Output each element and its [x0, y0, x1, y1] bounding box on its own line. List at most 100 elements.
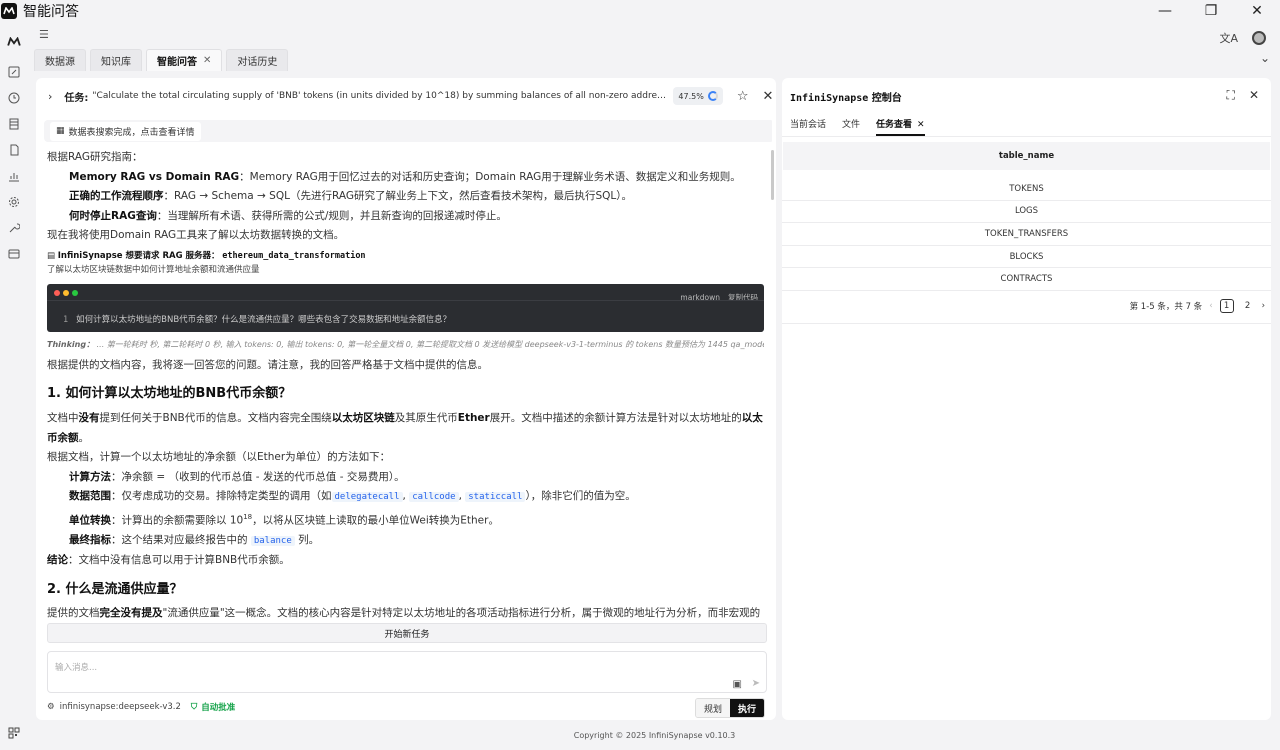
bullet-item: 计算方法：净余额 = （收到的代币总值 - 发送的代币总值 - 交易费用）。 — [69, 470, 405, 483]
page-button[interactable]: 2 — [1241, 299, 1255, 313]
table-row[interactable]: BLOCKS — [782, 246, 1271, 269]
tab-chat-history[interactable]: 对话历史 — [226, 49, 289, 71]
console-title: InfiniSynapse 控制台 — [790, 93, 902, 104]
tab-label: 知识库 — [101, 57, 131, 68]
brand-logo-icon[interactable] — [6, 34, 22, 50]
avatar[interactable] — [1252, 31, 1266, 45]
bullet-item: 何时停止RAG查询：当理解所有术语、获得所需的公式/规则，并且新查询的回报递减时… — [69, 209, 507, 222]
message-input[interactable]: 输入消息... ▣ ➤ — [47, 651, 767, 693]
auto-approve-toggle[interactable]: ⛉ 自动批准 — [191, 701, 235, 713]
code-line: 如何计算以太坊地址的BNB代币余额？什么是流通供应量？哪些表包含了交易数据和地址… — [76, 314, 452, 325]
table-row[interactable]: CONTRACTS — [782, 268, 1271, 291]
copy-code-button[interactable]: 复制代码 — [728, 288, 758, 308]
menu-toggle-icon[interactable]: ☰ — [39, 28, 49, 41]
chevron-down-icon[interactable]: ⌄ — [1260, 51, 1270, 65]
section-heading: 1. 如何计算以太坊地址的BNB代币余额？ — [47, 386, 292, 401]
history-icon[interactable] — [6, 90, 22, 106]
execute-mode-button[interactable]: 执行 — [730, 699, 764, 717]
tab-task-view[interactable]: 任务查看 ✕ — [876, 117, 925, 136]
tab-current-session[interactable]: 当前会话 — [790, 117, 826, 136]
tab-label: 数据源 — [45, 57, 75, 68]
task-header: › 任务: "Calculate the total circulating s… — [36, 78, 776, 114]
task-label: 任务: — [64, 92, 89, 104]
pagination: 第 1-5 条，共 7 条 ‹ 1 2 › — [1130, 299, 1265, 313]
auto-approve-label: 自动批准 — [201, 703, 236, 713]
conclusion: 结论：文档中没有信息可以用于计算BNB代币余额。 — [47, 554, 290, 566]
tab-smart-qa[interactable]: 智能问答 ✕ — [146, 49, 223, 71]
database-icon[interactable] — [6, 116, 22, 132]
tab-label: 智能问答 — [157, 57, 197, 68]
paragraph: 根据提供的文档内容，我将逐一回答您的问题。请注意，我的回答严格基于文档中提供的信… — [47, 358, 488, 371]
search-result-banner: ▦ 数据表搜索完成，点击查看详情 — [44, 120, 772, 142]
maximize-button[interactable]: ❐ — [1188, 0, 1234, 22]
settings-icon[interactable] — [6, 194, 22, 210]
expand-icon[interactable]: ⛶ — [1227, 88, 1235, 103]
tab-knowledge-base[interactable]: 知识库 — [90, 49, 142, 71]
search-result-button[interactable]: ▦ 数据表搜索完成，点击查看详情 — [50, 121, 201, 141]
shield-icon: ⛉ — [190, 702, 198, 712]
input-placeholder: 输入消息... — [55, 663, 98, 673]
result-table: table_name TOKENS LOGS TOKEN_TRANSFERS B… — [782, 142, 1271, 291]
section-heading: 2. 什么是流通供应量？ — [47, 581, 183, 597]
chart-icon[interactable] — [6, 168, 22, 184]
send-icon[interactable]: ➤ — [752, 678, 760, 689]
left-rail — [0, 22, 29, 750]
qr-code-icon[interactable] — [6, 725, 22, 741]
paragraph: 提供的文档完全没有提及"流通供应量"这一概念。文档的核心内容是针对特定以太坊地址… — [47, 606, 761, 619]
close-console-icon[interactable]: ✕ — [1249, 88, 1259, 103]
server-icon: ▤ — [47, 250, 58, 261]
pagination-summary: 第 1-5 条，共 7 条 — [1129, 302, 1203, 312]
code-language: markdown — [680, 292, 720, 302]
star-icon[interactable]: ☆ — [737, 89, 749, 104]
image-upload-icon[interactable]: ▣ — [733, 679, 742, 690]
paragraph: 现在我将使用Domain RAG工具来了解以太坊数据转换的文档。 — [47, 229, 345, 241]
tool-icon[interactable] — [6, 220, 22, 236]
paragraph: 文档中没有提到任何关于BNB代币的信息。文档内容完全围绕以太坊区块链及其原生代币… — [47, 412, 763, 444]
next-page-icon[interactable]: › — [1262, 301, 1265, 311]
bullet-item: 最终指标：这个结果对应最终报告中的 balance 列。 — [69, 533, 320, 546]
paragraph: 根据文档，计算一个以太坊地址的净余额（以Ether为单位）的方法如下： — [47, 451, 391, 463]
new-task-button[interactable]: 开始新任务 — [47, 623, 767, 643]
edit-icon[interactable] — [6, 64, 22, 80]
paragraph: 根据RAG研究指南： — [47, 151, 143, 163]
prev-page-icon[interactable]: ‹ — [1209, 301, 1212, 311]
plan-mode-button[interactable]: 规划 — [696, 699, 730, 717]
table-row[interactable]: LOGS — [782, 201, 1271, 224]
table-header: table_name — [783, 142, 1270, 170]
document-icon[interactable] — [6, 142, 22, 158]
bullet-item: 正确的工作流程顺序：RAG → Schema → SQL（先进行RAG研究了解业… — [69, 190, 632, 202]
close-tab-icon[interactable]: ✕ — [917, 120, 925, 130]
scrollbar[interactable] — [771, 150, 774, 200]
console-panel: InfiniSynapse 控制台 ⛶ ✕ 当前会话 文件 任务查看 ✕ tabl… — [782, 78, 1271, 720]
tab-label: 对话历史 — [237, 57, 278, 68]
tab-files[interactable]: 文件 — [842, 117, 860, 136]
title-bar: 智能问答 — ❐ ✕ — [0, 0, 1280, 22]
minimize-button[interactable]: — — [1142, 0, 1188, 22]
table-row[interactable]: TOKENS — [782, 178, 1271, 201]
code-block: markdown 复制代码 1 如何计算以太坊地址的BNB代币余额？什么是流通供应量… — [47, 283, 764, 332]
chat-panel: › 任务: "Calculate the total circulating s… — [36, 78, 776, 720]
thinking-row[interactable]: Thinking： ... 第一轮耗时 秒, 第二轮耗时 0 秒, 输入 tok… — [47, 338, 764, 352]
progress-ring-icon — [707, 91, 718, 101]
chat-messages: ▦ 数据表搜索完成，点击查看详情 根据RAG研究指南： Memory RAG v… — [40, 118, 772, 618]
close-task-icon[interactable]: ✕ — [762, 89, 773, 104]
progress-value: 47.5% — [678, 91, 704, 101]
model-selector[interactable]: ⚙ infinisynapse:deepseek-v3.2 — [47, 702, 181, 712]
composer-footer: ⚙ infinisynapse:deepseek-v3.2 ⛉ 自动批准 规划 … — [47, 697, 767, 718]
page-button[interactable]: 1 — [1219, 299, 1234, 313]
progress-chip: 47.5% — [673, 87, 723, 105]
footer: Copyright © 2025 InfiniSynapse v0.10.3 — [573, 731, 736, 740]
task-text[interactable]: "Calculate the total circulating supply … — [92, 91, 667, 101]
card-icon[interactable] — [6, 246, 22, 262]
tab-data-source[interactable]: 数据源 — [34, 49, 86, 71]
rag-request-sub: 了解以太坊区块链数据中如何计算地址余额和流通供应量 — [47, 264, 260, 275]
table-row[interactable]: TOKEN_TRANSFERS — [782, 223, 1271, 246]
close-tab-icon[interactable]: ✕ — [203, 55, 211, 66]
answer-content: 根据RAG研究指南： Memory RAG vs Domain RAG：Memo… — [40, 142, 772, 618]
model-icon: ⚙ — [47, 702, 55, 712]
chevron-right-icon[interactable]: › — [48, 90, 52, 103]
close-window-button[interactable]: ✕ — [1234, 0, 1280, 22]
table-icon: ▦ — [56, 126, 65, 136]
model-name: infinisynapse:deepseek-v3.2 — [59, 702, 181, 712]
translate-icon[interactable]: 文A — [1219, 30, 1238, 46]
